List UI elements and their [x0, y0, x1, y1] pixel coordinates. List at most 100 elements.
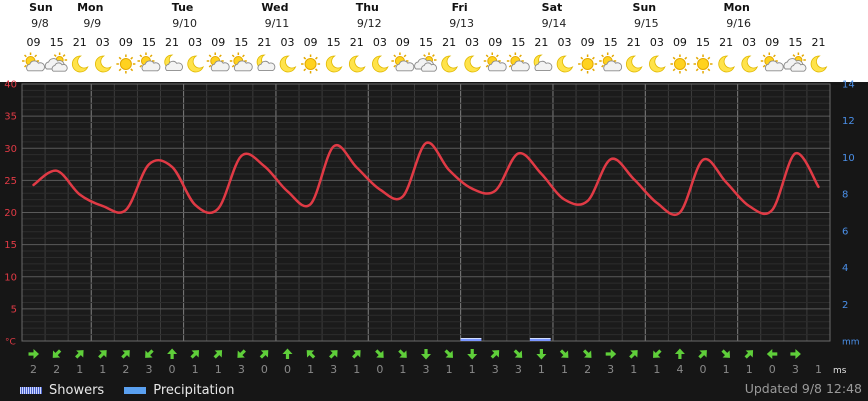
wind-arrow-icon: [398, 349, 407, 358]
wind-arrow-icon: [421, 349, 431, 360]
temperature-point: [794, 152, 797, 155]
wind-speed-label: 2: [584, 363, 591, 376]
day-date: 9/10: [172, 17, 197, 30]
shower-bar: [460, 339, 482, 341]
hour-label: 09: [304, 36, 318, 49]
temp-tick-label: 5: [11, 304, 17, 315]
wind-arrow-icon: [559, 349, 569, 358]
hour-label: 03: [280, 36, 294, 49]
partly-cloudy-sun-icon: [391, 52, 415, 72]
wind-speed-label: 4: [676, 363, 683, 376]
wind-speed-label: 3: [330, 363, 337, 376]
wind-speed-label: 3: [423, 363, 430, 376]
moon-icon: [187, 55, 204, 73]
temperature-point: [563, 198, 566, 201]
wind-speed-label: 1: [561, 363, 568, 376]
temperature-point: [286, 190, 289, 193]
precip-tick-label: 12: [842, 116, 855, 127]
hour-label: 15: [234, 36, 248, 49]
hour-label: 21: [165, 36, 179, 49]
wind-speed-label: 1: [723, 363, 730, 376]
day-date: 9/16: [726, 17, 751, 30]
temperature-point: [55, 169, 58, 172]
temperature-point: [771, 209, 774, 211]
temperature-point: [702, 159, 704, 161]
wind-speed-label: 3: [238, 363, 245, 376]
temperature-point: [32, 184, 35, 186]
partly-cloudy-sun-icon: [22, 52, 45, 72]
hour-label: 15: [50, 36, 64, 49]
hour-label: 09: [211, 36, 225, 49]
temperature-point: [148, 163, 150, 166]
temperature-point: [540, 173, 543, 175]
wind-arrow-icon: [190, 350, 199, 359]
temperature-point: [263, 165, 266, 168]
day-date: 9/9: [83, 17, 101, 30]
temperature-point: [609, 158, 612, 160]
wind-arrow-icon: [653, 349, 662, 358]
hour-label: 09: [581, 36, 595, 49]
wind-speed-label: 3: [607, 363, 614, 376]
day-name: Sun: [29, 1, 53, 14]
wind-arrow-icon: [582, 349, 592, 358]
wind-arrow-icon: [674, 348, 685, 359]
precipitation-legend-label: Precipitation: [153, 382, 235, 398]
hour-label: 21: [719, 36, 733, 49]
hour-label: 09: [396, 36, 410, 49]
wind-arrow-icon: [75, 350, 84, 359]
wind-speed-label: 1: [399, 363, 406, 376]
temperature-point: [309, 203, 312, 205]
wind-speed-label: 1: [99, 363, 106, 376]
partly-cloudy-moon-icon: [256, 54, 276, 72]
wind-arrow-icon: [605, 349, 617, 359]
shower-bar: [529, 339, 551, 341]
wind-arrow-icon: [744, 350, 754, 359]
temperature-point: [355, 166, 358, 169]
day-name: Tue: [172, 1, 194, 14]
temperature-point: [240, 155, 243, 157]
updated-timestamp: Updated 9/8 12:48: [744, 381, 862, 396]
wind-speed-label: 2: [53, 363, 60, 376]
partly-cloudy-icon: [44, 52, 68, 72]
wind-speed-label: 0: [376, 363, 383, 376]
day-name: Mon: [77, 1, 103, 14]
partly-cloudy-sun-icon: [137, 52, 161, 72]
partly-cloudy-icon: [414, 52, 438, 72]
day-date: 9/11: [265, 17, 290, 30]
wind-arrow-icon: [790, 349, 801, 359]
day-date: 9/8: [31, 17, 49, 30]
temp-tick-label: 35: [4, 112, 17, 123]
temperature-point: [679, 211, 681, 214]
temperature-point: [725, 181, 727, 184]
temperature-point: [217, 207, 220, 210]
moon-icon: [626, 55, 643, 73]
wind-arrow-icon: [490, 350, 500, 359]
hour-label: 03: [558, 36, 572, 49]
wind-arrow-icon: [213, 350, 223, 359]
hour-label: 03: [650, 36, 664, 49]
precip-tick-label: 8: [842, 190, 848, 201]
sun-icon: [578, 54, 598, 74]
wind-speed-label: 1: [307, 363, 314, 376]
wind-arrow-icon: [536, 349, 547, 360]
sun-icon: [670, 54, 690, 74]
hour-label: 21: [73, 36, 87, 49]
day-name: Wed: [261, 1, 288, 14]
partly-cloudy-sun-icon: [229, 52, 253, 72]
sun-icon: [693, 54, 713, 74]
sun-icon: [301, 54, 321, 74]
moon-icon: [464, 55, 482, 73]
wind-arrow-icon: [513, 349, 523, 358]
temp-tick-label: 15: [4, 240, 17, 251]
wind-unit-label: ms: [833, 366, 847, 376]
showers-legend-label: Showers: [49, 382, 105, 398]
wind-arrow-icon: [629, 350, 638, 359]
day-name: Mon: [723, 1, 749, 14]
temperature-point: [632, 178, 635, 180]
temp-tick-label: 25: [4, 176, 17, 187]
temperature-point: [125, 209, 127, 211]
hour-label: 09: [119, 36, 133, 49]
temperature-point: [517, 152, 520, 155]
hour-label: 09: [27, 36, 41, 49]
day-date: 9/12: [357, 17, 382, 30]
